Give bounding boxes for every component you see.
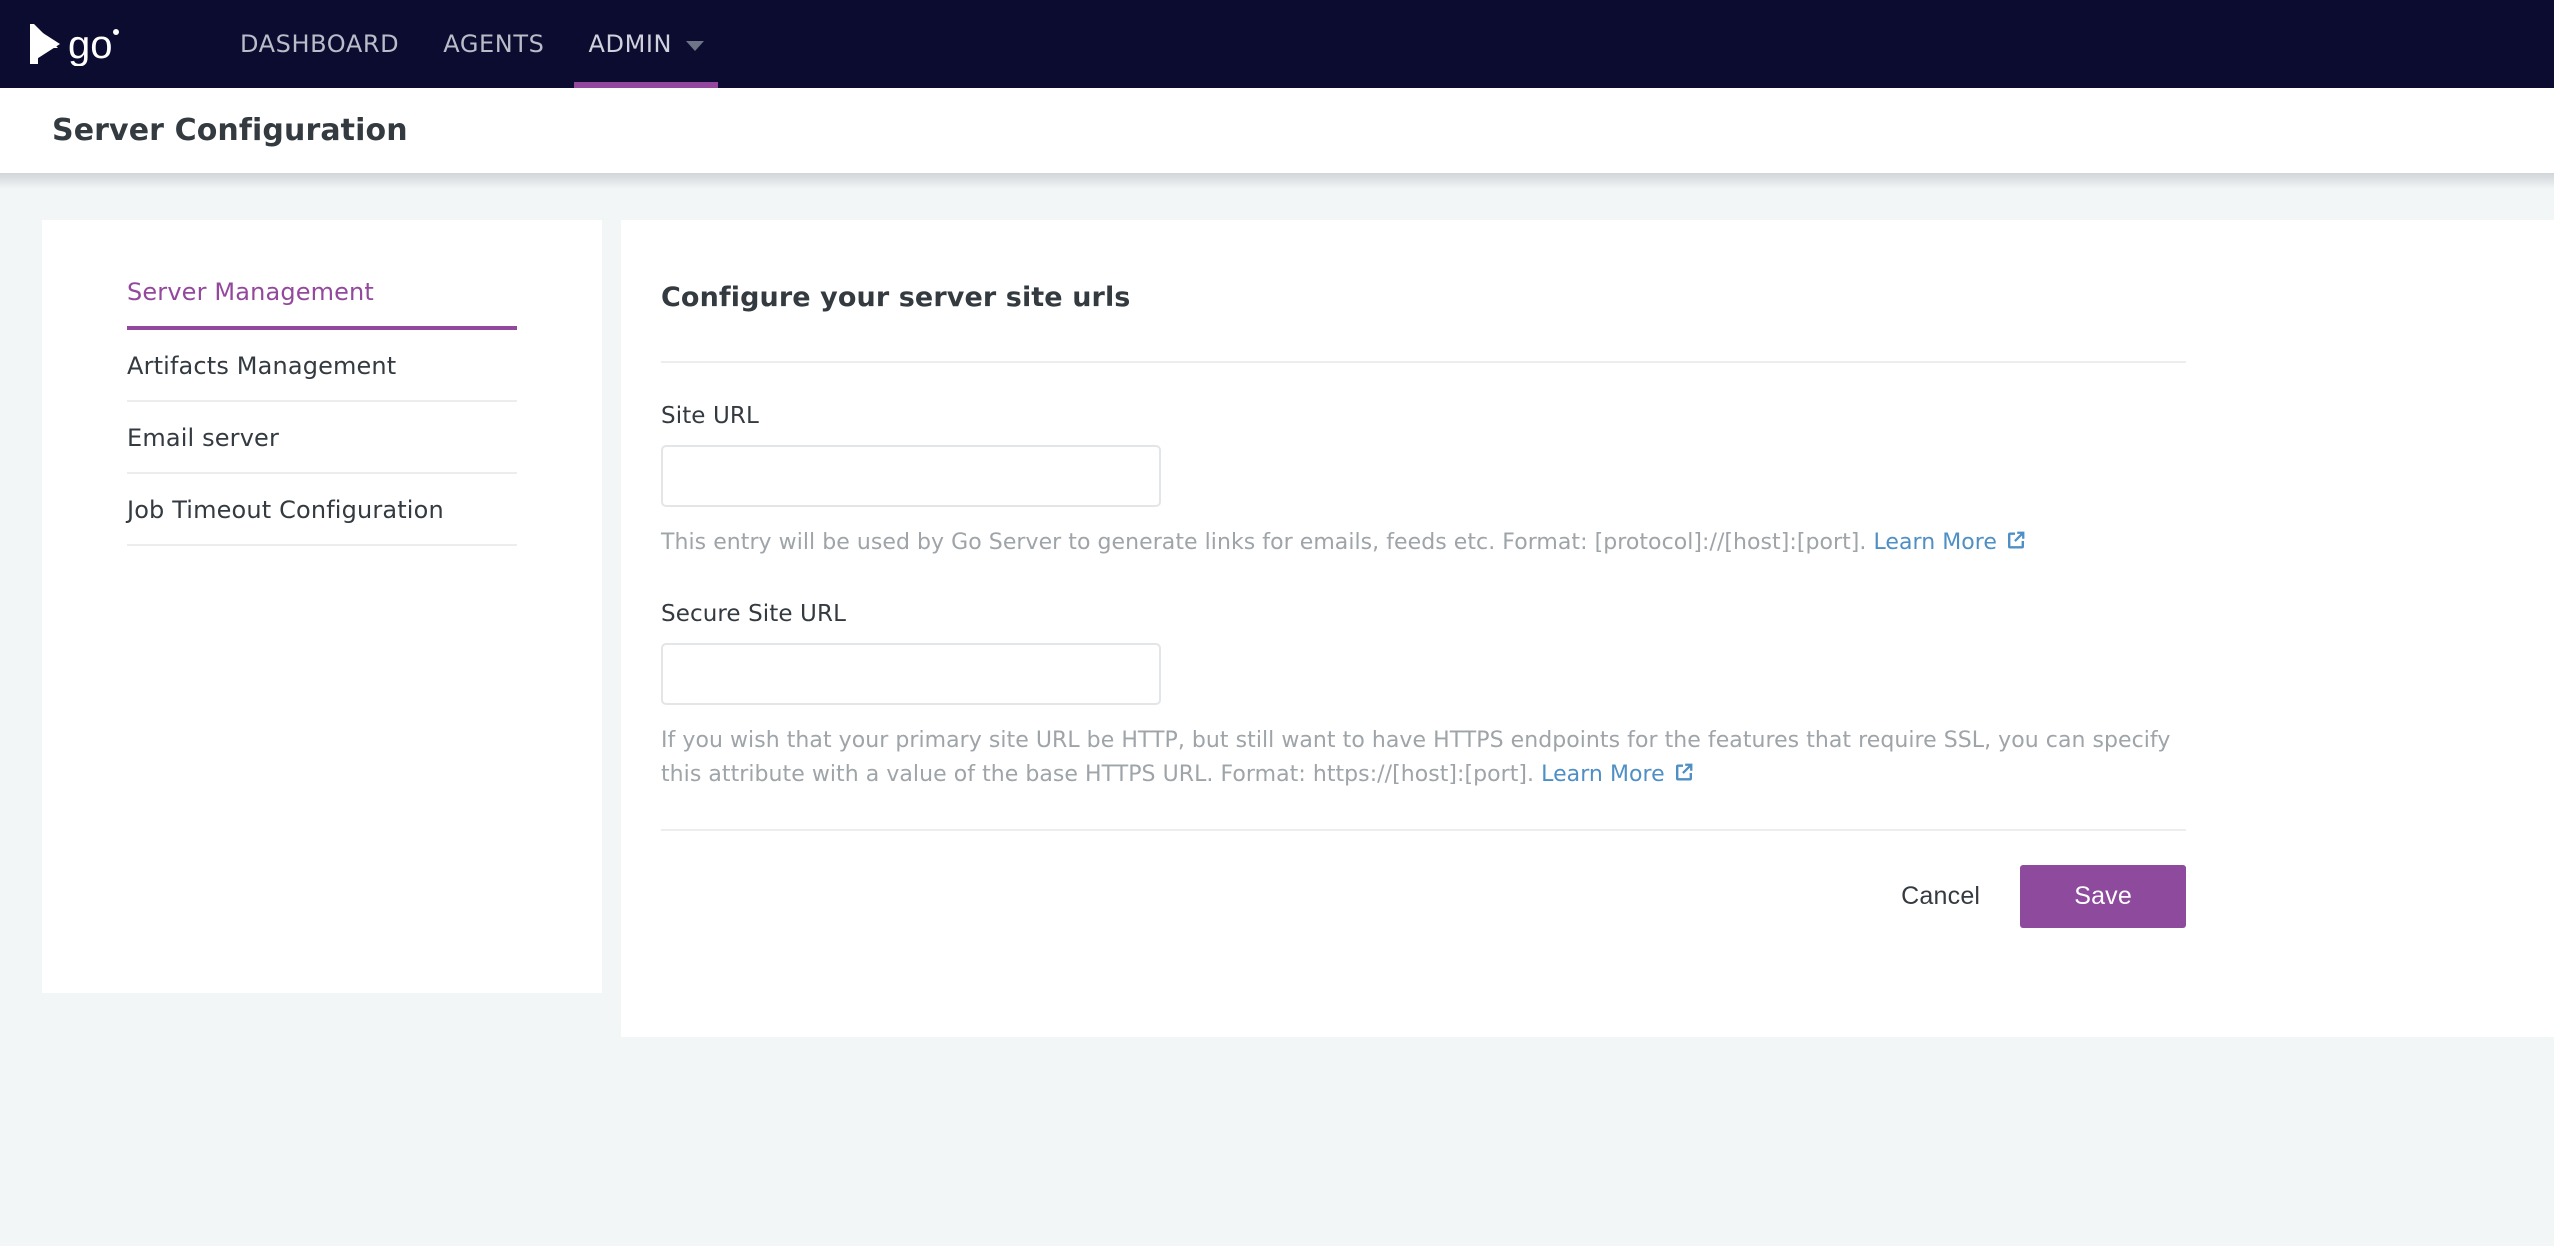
section-title: Configure your server site urls bbox=[661, 282, 1131, 313]
learn-more-label: Learn More bbox=[1541, 761, 1665, 787]
learn-more-label: Learn More bbox=[1873, 530, 1998, 555]
chevron-down-icon bbox=[686, 41, 705, 51]
site-url-learn-more-link[interactable]: Learn More bbox=[1873, 530, 2027, 555]
sidebar-item-label: Artifacts Management bbox=[127, 352, 397, 380]
page-header: Server Configuration bbox=[0, 88, 2554, 173]
nav-item-dashboard-label: DASHBOARD bbox=[240, 30, 400, 58]
secure-site-url-input[interactable] bbox=[661, 643, 1161, 706]
secure-site-url-helper-text: If you wish that your primary site URL b… bbox=[661, 724, 2186, 793]
secure-site-url-field-group: Secure Site URL If you wish that your pr… bbox=[661, 601, 2186, 793]
nav-item-admin-label: ADMIN bbox=[588, 30, 673, 58]
save-button[interactable]: Save bbox=[2020, 865, 2186, 929]
sidebar-item-label: Server Management bbox=[127, 278, 374, 306]
content-area: Server Management Artifacts Management E… bbox=[0, 173, 2554, 1246]
site-url-helper-label: This entry will be used by Go Server to … bbox=[661, 530, 1874, 555]
page-title: Server Configuration bbox=[52, 113, 408, 148]
external-link-icon bbox=[2005, 528, 2027, 561]
secure-site-url-learn-more-link[interactable]: Learn More bbox=[1541, 762, 1695, 787]
section-divider bbox=[661, 361, 2186, 363]
secure-site-url-helper-label: If you wish that your primary site URL b… bbox=[661, 728, 2171, 787]
sidebar-item-job-timeout-configuration[interactable]: Job Timeout Configuration bbox=[127, 474, 517, 546]
sidebar-item-artifacts-management[interactable]: Artifacts Management bbox=[127, 330, 517, 402]
secure-site-url-label: Secure Site URL bbox=[661, 601, 846, 628]
site-url-label: Site URL bbox=[661, 403, 759, 429]
form-actions: Cancel Save bbox=[661, 829, 2186, 929]
svg-text:go: go bbox=[68, 23, 113, 66]
top-navigation-bar: go DASHBOARD AGENTS ADMIN bbox=[0, 0, 2554, 88]
settings-tabs-panel: Server Management Artifacts Management E… bbox=[42, 220, 602, 993]
gocd-logo[interactable]: go bbox=[0, 22, 150, 66]
site-url-input[interactable] bbox=[661, 445, 1161, 507]
sidebar-item-email-server[interactable]: Email server bbox=[127, 402, 517, 474]
site-url-field-group: Site URL This entry will be used by Go S… bbox=[661, 403, 2186, 561]
sidebar-item-label: Email server bbox=[127, 424, 279, 452]
nav-item-admin[interactable]: ADMIN bbox=[566, 0, 726, 88]
external-link-icon bbox=[1673, 760, 1695, 793]
sidebar-item-label: Job Timeout Configuration bbox=[127, 496, 444, 524]
cancel-button[interactable]: Cancel bbox=[1875, 866, 2006, 927]
nav-item-agents-label: AGENTS bbox=[443, 30, 545, 58]
server-management-form-panel: Configure your server site urls Site URL… bbox=[621, 220, 2554, 1037]
nav-item-agents[interactable]: AGENTS bbox=[421, 0, 566, 88]
sidebar-item-server-management[interactable]: Server Management bbox=[127, 264, 517, 330]
nav-item-dashboard[interactable]: DASHBOARD bbox=[218, 0, 421, 88]
nav-items: DASHBOARD AGENTS ADMIN bbox=[218, 0, 726, 88]
site-url-helper-text: This entry will be used by Go Server to … bbox=[661, 526, 2186, 561]
